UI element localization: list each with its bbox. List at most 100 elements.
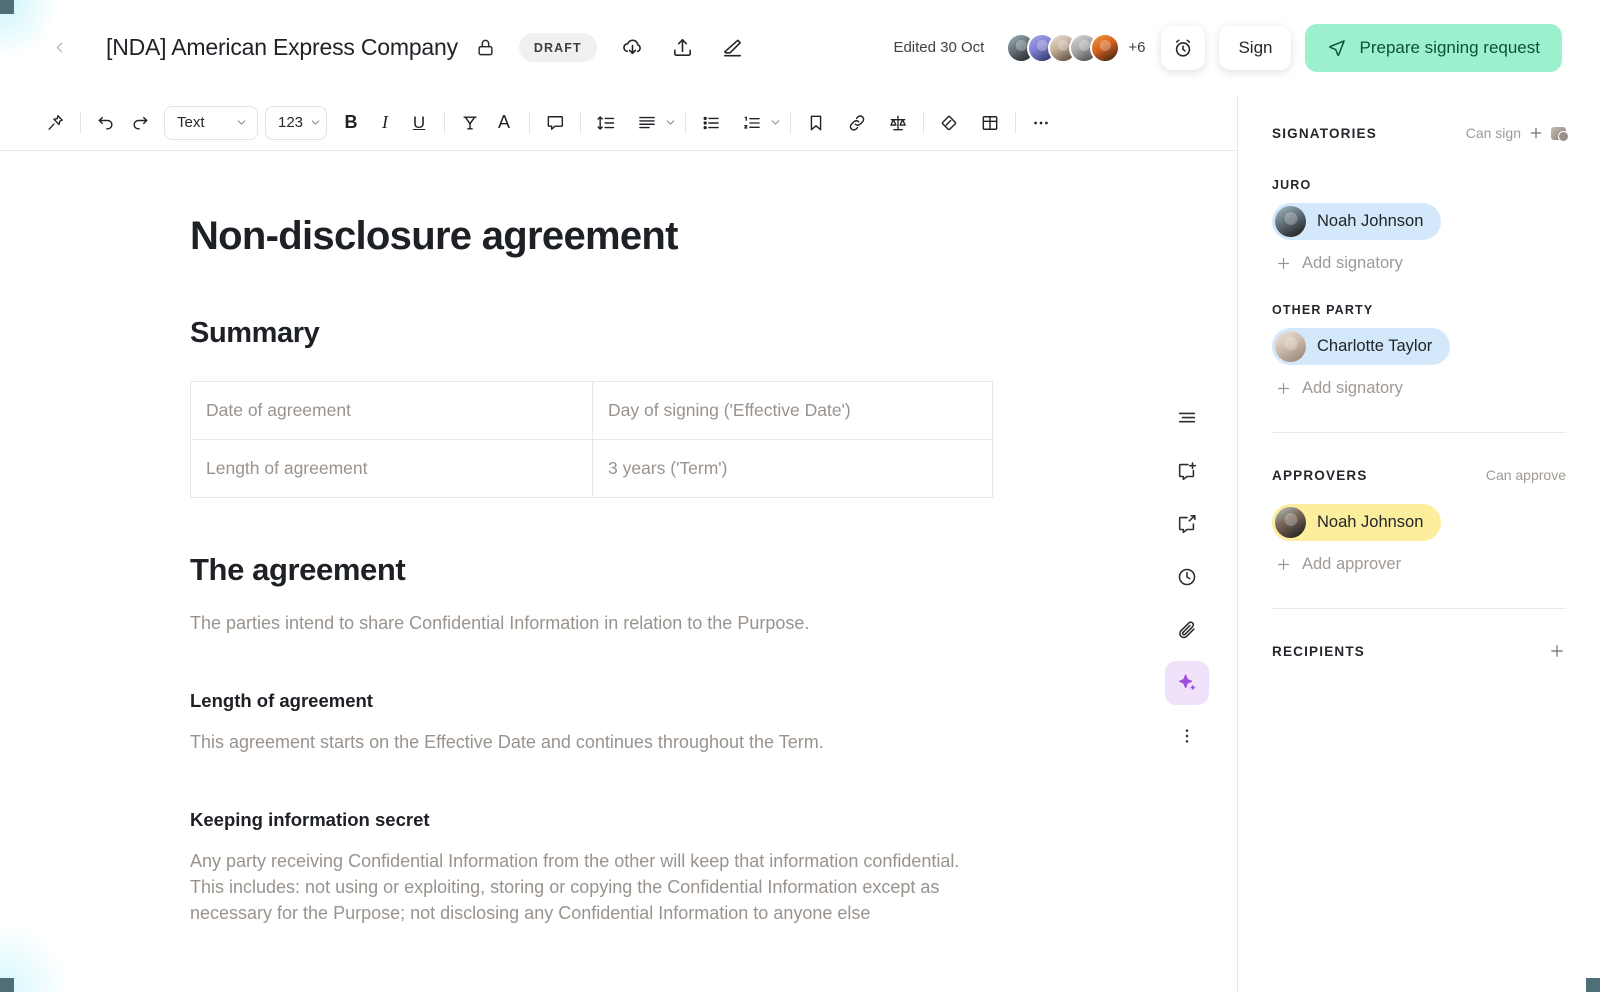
table-cell-label[interactable]: Date of agreement bbox=[190, 381, 593, 440]
attachment-icon[interactable] bbox=[1165, 608, 1209, 652]
group-label-other-party: OTHER PARTY bbox=[1272, 303, 1374, 317]
avatar bbox=[1275, 206, 1306, 237]
toolbar-divider bbox=[790, 111, 791, 134]
upload-icon[interactable] bbox=[669, 34, 697, 62]
cloud-download-icon[interactable] bbox=[619, 34, 647, 62]
table-row[interactable]: Date of agreement Day of signing ('Effec… bbox=[190, 381, 993, 440]
signatories-header: SIGNATORIES Can sign bbox=[1272, 121, 1569, 145]
document-body[interactable]: Non-disclosure agreement Summary Date of… bbox=[0, 151, 1050, 926]
redo-button[interactable] bbox=[123, 106, 157, 140]
toolbar-divider bbox=[685, 111, 686, 134]
signatory-avatar-icon[interactable] bbox=[1551, 126, 1569, 142]
text-color-button[interactable]: A bbox=[487, 106, 521, 140]
agreement-heading: The agreement bbox=[190, 552, 406, 587]
undo-button[interactable] bbox=[89, 106, 123, 140]
pin-icon[interactable] bbox=[38, 106, 72, 140]
chevron-down-icon[interactable] bbox=[664, 116, 677, 129]
summary-heading: Summary bbox=[190, 317, 320, 349]
line-spacing-icon[interactable] bbox=[589, 106, 623, 140]
ai-assistant-icon[interactable] bbox=[1165, 661, 1209, 705]
toolbar-divider bbox=[529, 111, 530, 134]
table-icon[interactable] bbox=[973, 106, 1007, 140]
summary-icon[interactable] bbox=[1165, 396, 1209, 440]
align-icon[interactable] bbox=[630, 106, 664, 140]
document-tools-rail bbox=[1163, 396, 1211, 758]
paragraph-style-select[interactable]: Text bbox=[164, 105, 258, 140]
toolbar-divider bbox=[1015, 111, 1016, 134]
add-signatory-plus-icon[interactable] bbox=[1528, 125, 1544, 141]
corner-marker bbox=[1586, 978, 1600, 992]
signatory-chip-noah-johnson[interactable]: Noah Johnson bbox=[1272, 203, 1442, 240]
table-row[interactable]: Length of agreement 3 years ('Term') bbox=[190, 439, 993, 498]
signatory-chip-charlotte-taylor[interactable]: Charlotte Taylor bbox=[1272, 328, 1451, 365]
group-label-juro: JURO bbox=[1272, 178, 1312, 192]
bold-button[interactable]: B bbox=[334, 106, 368, 140]
keeping-information-secret-paragraph[interactable]: Any party receiving Confidential Informa… bbox=[190, 848, 990, 926]
underline-button[interactable]: U bbox=[402, 106, 436, 140]
chevron-down-icon bbox=[235, 116, 248, 129]
italic-button[interactable]: I bbox=[368, 106, 402, 140]
approvers-header: APPROVERS Can approve bbox=[1272, 463, 1566, 487]
bookmark-icon[interactable] bbox=[799, 106, 833, 140]
add-recipient-plus-icon[interactable] bbox=[1548, 642, 1566, 660]
add-comment-icon[interactable] bbox=[1165, 449, 1209, 493]
add-approver-button[interactable]: Add approver bbox=[1272, 555, 1566, 574]
avatar bbox=[1275, 507, 1306, 538]
toolbar-divider bbox=[80, 111, 81, 134]
chevron-down-icon bbox=[309, 116, 322, 129]
summary-table[interactable]: Date of agreement Day of signing ('Effec… bbox=[190, 381, 993, 498]
sidebar-divider bbox=[1272, 432, 1566, 433]
recipients-header: RECIPIENTS bbox=[1272, 639, 1566, 663]
tag-icon[interactable] bbox=[932, 106, 966, 140]
length-of-agreement-paragraph[interactable]: This agreement starts on the Effective D… bbox=[190, 729, 990, 755]
add-signatory-button-other-party[interactable]: Add signatory bbox=[1272, 379, 1566, 398]
table-cell-label[interactable]: Length of agreement bbox=[190, 439, 593, 498]
avatar bbox=[1275, 331, 1306, 362]
bullet-list-icon[interactable] bbox=[694, 106, 728, 140]
plus-icon bbox=[1275, 255, 1292, 272]
text-align-control[interactable] bbox=[630, 106, 677, 140]
history-icon[interactable] bbox=[1165, 555, 1209, 599]
collaborator-avatars[interactable] bbox=[1006, 32, 1121, 63]
plus-icon bbox=[1275, 380, 1292, 397]
add-signatory-label: Add signatory bbox=[1302, 379, 1403, 397]
keeping-information-secret-heading: Keeping information secret bbox=[190, 809, 430, 831]
more-vertical-icon[interactable] bbox=[1165, 714, 1209, 758]
chevron-down-icon[interactable] bbox=[769, 116, 782, 129]
recipients-title: RECIPIENTS bbox=[1272, 643, 1366, 659]
lock-icon[interactable] bbox=[473, 35, 499, 61]
back-button[interactable] bbox=[46, 35, 72, 61]
approver-chip-noah-johnson[interactable]: Noah Johnson bbox=[1272, 504, 1442, 541]
more-horizontal-icon[interactable] bbox=[1024, 106, 1058, 140]
approvers-title: APPROVERS bbox=[1272, 467, 1368, 483]
toolbar-divider bbox=[580, 111, 581, 134]
link-icon[interactable] bbox=[840, 106, 874, 140]
app-header: [NDA] American Express Company DRAFT Edi… bbox=[0, 0, 1600, 95]
comment-icon[interactable] bbox=[538, 106, 572, 140]
add-signatory-button-juro[interactable]: Add signatory bbox=[1272, 254, 1566, 273]
document-title[interactable]: [NDA] American Express Company bbox=[106, 34, 458, 61]
avatar[interactable] bbox=[1090, 32, 1121, 63]
avatar-overflow-count[interactable]: +6 bbox=[1128, 39, 1145, 56]
share-comment-icon[interactable] bbox=[1165, 502, 1209, 546]
prepare-signing-request-button[interactable]: Prepare signing request bbox=[1305, 23, 1562, 72]
status-badge[interactable]: DRAFT bbox=[518, 33, 597, 62]
scales-icon[interactable] bbox=[881, 106, 915, 140]
table-cell-value[interactable]: 3 years ('Term') bbox=[592, 439, 993, 498]
reminder-button[interactable] bbox=[1161, 25, 1206, 70]
page-title: Non-disclosure agreement bbox=[190, 214, 678, 258]
numbered-list-icon[interactable] bbox=[735, 106, 769, 140]
eraser-icon[interactable] bbox=[719, 34, 747, 62]
agreement-intro-paragraph[interactable]: The parties intend to share Confidential… bbox=[190, 610, 990, 636]
clear-formatting-icon[interactable] bbox=[453, 106, 487, 140]
numbered-list-control[interactable] bbox=[735, 106, 782, 140]
toolbar-divider bbox=[923, 111, 924, 134]
approver-name: Noah Johnson bbox=[1317, 513, 1424, 531]
number-format-value: 123 bbox=[278, 114, 304, 131]
number-format-select[interactable]: 123 bbox=[265, 105, 327, 140]
sign-button[interactable]: Sign bbox=[1219, 25, 1292, 70]
edited-timestamp: Edited 30 Oct bbox=[893, 39, 985, 56]
recipients-section: RECIPIENTS bbox=[1272, 639, 1566, 663]
document-canvas[interactable]: Non-disclosure agreement Summary Date of… bbox=[0, 151, 1237, 992]
table-cell-value[interactable]: Day of signing ('Effective Date') bbox=[592, 381, 993, 440]
